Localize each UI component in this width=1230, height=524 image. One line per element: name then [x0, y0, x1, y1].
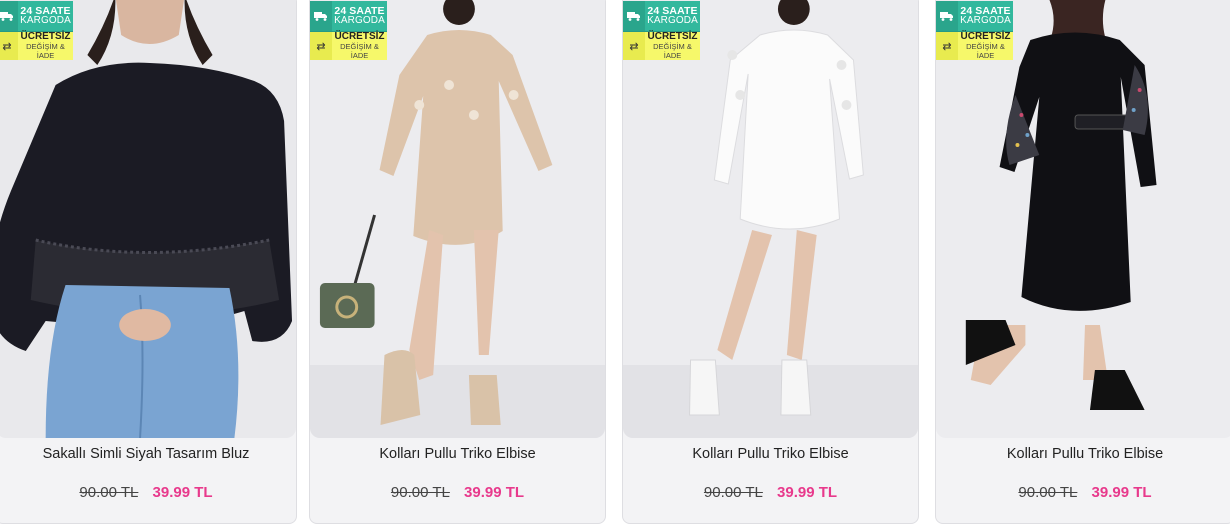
price-row: 90.00 TL 39.99 TL — [623, 484, 918, 501]
price-row: 90.00 TL 39.99 TL — [936, 484, 1230, 501]
price-row: 90.00 TL 39.99 TL — [0, 484, 296, 501]
fast-shipping-badge: 24 SAATE KARGODA — [623, 1, 700, 32]
product-card[interactable]: 24 SAATE KARGODA ⇄ ÜCRETSİZ DEĞİŞİM & İADE… — [0, 0, 297, 524]
ship-line-2: KARGODA — [960, 15, 1011, 26]
exchange-icon: ⇄ — [936, 32, 958, 60]
sale-price: 39.99 TL — [152, 484, 213, 501]
fast-shipping-badge: 24 SAATE KARGODA — [0, 1, 73, 32]
sale-price: 39.99 TL — [777, 484, 838, 501]
truck-icon — [310, 1, 332, 31]
badges: 24 SAATE KARGODA ⇄ ÜCRETSİZ DEĞİŞİM & İADE — [310, 1, 387, 60]
product-title[interactable]: Kolları Pullu Triko Elbise — [310, 446, 605, 462]
free-return-badge: ⇄ ÜCRETSİZ DEĞİŞİM & İADE — [936, 32, 1013, 60]
exchange-icon: ⇄ — [623, 32, 645, 60]
truck-icon — [936, 1, 958, 31]
product-image[interactable] — [310, 0, 605, 438]
product-title[interactable]: Sakallı Simli Siyah Tasarım Bluz — [0, 446, 296, 462]
free-line-1: ÜCRETSİZ — [334, 31, 385, 42]
sale-price: 39.99 TL — [464, 484, 525, 501]
free-return-badge: ⇄ ÜCRETSİZ DEĞİŞİM & İADE — [310, 32, 387, 60]
ship-line-2: KARGODA — [20, 15, 71, 26]
truck-icon — [623, 1, 645, 31]
truck-icon — [0, 1, 18, 31]
fast-shipping-badge: 24 SAATE KARGODA — [936, 1, 1013, 32]
product-grid: 24 SAATE KARGODA ⇄ ÜCRETSİZ DEĞİŞİM & İADE… — [0, 0, 1230, 524]
product-title[interactable]: Kolları Pullu Triko Elbise — [936, 446, 1230, 462]
product-card[interactable]: 24 SAATE KARGODA ⇄ ÜCRETSİZ DEĞİŞİM & İADE… — [935, 0, 1230, 524]
product-title[interactable]: Kolları Pullu Triko Elbise — [623, 446, 918, 462]
old-price: 90.00 TL — [703, 484, 763, 501]
free-return-badge: ⇄ ÜCRETSİZ DEĞİŞİM & İADE — [623, 32, 700, 60]
exchange-icon: ⇄ — [0, 32, 18, 60]
product-image[interactable] — [936, 0, 1230, 438]
free-line-2: DEĞİŞİM & İADE — [26, 42, 65, 60]
free-line-1: ÜCRETSİZ — [960, 31, 1011, 42]
price-row: 90.00 TL 39.99 TL — [310, 484, 605, 501]
free-line-1: ÜCRETSİZ — [647, 31, 698, 42]
fast-shipping-badge: 24 SAATE KARGODA — [310, 1, 387, 32]
product-image[interactable] — [623, 0, 918, 438]
badges: 24 SAATE KARGODA ⇄ ÜCRETSİZ DEĞİŞİM & İADE — [0, 1, 73, 60]
old-price: 90.00 TL — [1018, 484, 1078, 501]
ship-line-2: KARGODA — [647, 15, 698, 26]
old-price: 90.00 TL — [390, 484, 450, 501]
ship-line-2: KARGODA — [334, 15, 385, 26]
old-price: 90.00 TL — [79, 484, 139, 501]
badges: 24 SAATE KARGODA ⇄ ÜCRETSİZ DEĞİŞİM & İADE — [936, 1, 1013, 60]
product-image[interactable] — [0, 0, 296, 438]
free-line-2: DEĞİŞİM & İADE — [966, 42, 1005, 60]
free-line-2: DEĞİŞİM & İADE — [653, 42, 692, 60]
free-line-2: DEĞİŞİM & İADE — [340, 42, 379, 60]
exchange-icon: ⇄ — [310, 32, 332, 60]
product-card[interactable]: 24 SAATE KARGODA ⇄ ÜCRETSİZ DEĞİŞİM & İADE… — [309, 0, 606, 524]
sale-price: 39.99 TL — [1091, 484, 1152, 501]
badges: 24 SAATE KARGODA ⇄ ÜCRETSİZ DEĞİŞİM & İADE — [623, 1, 700, 60]
product-card[interactable]: 24 SAATE KARGODA ⇄ ÜCRETSİZ DEĞİŞİM & İADE… — [622, 0, 919, 524]
free-line-1: ÜCRETSİZ — [20, 31, 71, 42]
free-return-badge: ⇄ ÜCRETSİZ DEĞİŞİM & İADE — [0, 32, 73, 60]
